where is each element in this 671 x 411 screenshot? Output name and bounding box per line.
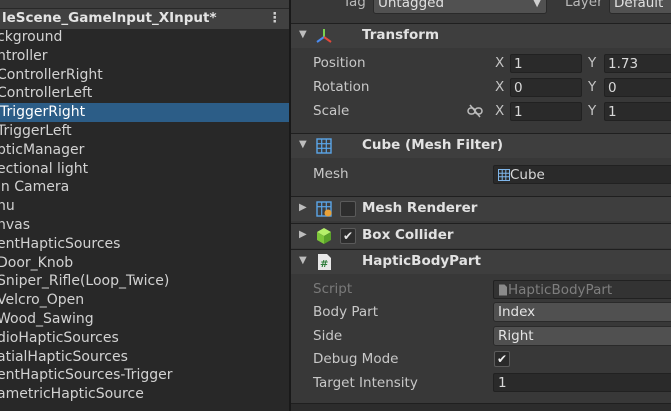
- transform-title: Transform: [362, 27, 440, 43]
- script-object-field: HapticBodyPart: [493, 280, 671, 299]
- chevron-down-icon: ▼: [533, 0, 541, 9]
- csharp-script-icon: #: [318, 254, 331, 270]
- rotation-x-axis-label[interactable]: X: [495, 79, 504, 95]
- target-intensity-label[interactable]: Target Intensity: [313, 375, 418, 391]
- hierarchy-item[interactable]: ametricHapticSource: [0, 385, 289, 404]
- hierarchy-item[interactable]: nvas: [0, 216, 289, 235]
- tag-layer-row: Tag Untagged ▼ Layer Default: [291, 0, 671, 16]
- box-collider-header[interactable]: ▶ ✔ Box Collider: [291, 223, 671, 248]
- hierarchy-panel: leScene_GameInput_XInput* ⋮ ckground ntro…: [0, 0, 289, 411]
- haptic-body-part-header[interactable]: ▼ # HapticBodyPart: [291, 249, 671, 274]
- position-y-field[interactable]: 1.73: [604, 54, 671, 73]
- svg-text:#: #: [320, 259, 328, 270]
- hierarchy-item[interactable]: ectional light: [0, 160, 289, 179]
- hierarchy-item[interactable]: Wood_Sawing: [0, 310, 289, 329]
- hierarchy-item[interactable]: Sniper_Rifle(Loop_Twice): [0, 272, 289, 291]
- hierarchy-item[interactable]: atialHapticSources: [0, 348, 289, 367]
- next-component-header: [291, 403, 671, 411]
- foldout-open-icon[interactable]: ▼: [299, 255, 307, 266]
- tag-value: Untagged: [378, 0, 445, 11]
- mesh-filter-title: Cube (Mesh Filter): [362, 137, 504, 153]
- mesh-grid-icon: [498, 169, 510, 181]
- position-x-axis-label[interactable]: X: [495, 55, 504, 71]
- side-label[interactable]: Side: [313, 328, 342, 344]
- hierarchy-item[interactable]: TriggerLeft: [0, 122, 289, 141]
- tag-dropdown[interactable]: Untagged ▼: [373, 0, 547, 14]
- hierarchy-item[interactable]: Door_Knob: [0, 254, 289, 273]
- transform-axes-icon: [316, 29, 332, 43]
- scale-y-axis-label[interactable]: Y: [588, 103, 596, 119]
- body-part-label[interactable]: Body Part: [313, 304, 378, 320]
- box-collider-title: Box Collider: [362, 227, 454, 243]
- haptic-body-part-title: HapticBodyPart: [362, 253, 481, 269]
- mesh-renderer-icon: [316, 201, 332, 217]
- position-y-axis-label[interactable]: Y: [588, 55, 596, 71]
- position-label[interactable]: Position: [313, 55, 366, 71]
- hierarchy-item[interactable]: nu: [0, 197, 289, 216]
- rotation-y-axis-label[interactable]: Y: [588, 79, 596, 95]
- hierarchy-item[interactable]: TriggerRight: [0, 103, 289, 122]
- script-label: Script: [313, 281, 353, 297]
- scene-name: leScene_GameInput_XInput*: [2, 10, 217, 26]
- foldout-open-icon[interactable]: ▼: [299, 29, 307, 40]
- foldout-open-icon[interactable]: ▼: [299, 139, 307, 150]
- script-file-icon: [499, 284, 507, 296]
- rotation-y-field[interactable]: 0: [604, 78, 671, 97]
- scale-y-field[interactable]: 1: [604, 102, 671, 121]
- hierarchy-item[interactable]: ControllerRight: [0, 66, 289, 85]
- hierarchy-item[interactable]: pticManager: [0, 141, 289, 160]
- rotation-x-field[interactable]: 0: [510, 78, 582, 97]
- scale-x-axis-label[interactable]: X: [495, 103, 504, 119]
- debug-mode-checkbox[interactable]: ✔: [494, 351, 510, 367]
- mesh-value: Cube: [510, 167, 545, 183]
- hierarchy-item[interactable]: entHapticSources-Trigger: [0, 366, 289, 385]
- script-value: HapticBodyPart: [508, 282, 613, 298]
- unlinked-chain-icon[interactable]: [467, 104, 483, 118]
- target-intensity-field[interactable]: 1: [493, 373, 671, 392]
- inspector-panel: Tag Untagged ▼ Layer Default ▼ Transform…: [291, 0, 671, 411]
- scale-label[interactable]: Scale: [313, 103, 349, 119]
- hierarchy-item[interactable]: in Camera: [0, 178, 289, 197]
- hierarchy-toolbar: [0, 0, 289, 8]
- hierarchy-list: ckground ntroller ControllerRight Controlle…: [0, 28, 289, 404]
- foldout-closed-icon[interactable]: ▶: [299, 202, 307, 213]
- rotation-label[interactable]: Rotation: [313, 79, 369, 95]
- position-x-field[interactable]: 1: [510, 54, 582, 73]
- layer-value: Default: [614, 0, 664, 11]
- foldout-closed-icon[interactable]: ▶: [299, 229, 307, 240]
- hierarchy-item[interactable]: entHapticSources: [0, 235, 289, 254]
- hierarchy-item[interactable]: ntroller: [0, 47, 289, 66]
- box-collider-cube-icon: [317, 228, 331, 244]
- tag-label: Tag: [343, 0, 366, 10]
- mesh-renderer-enabled-checkbox[interactable]: [340, 201, 356, 217]
- body-part-dropdown[interactable]: Index: [493, 302, 671, 322]
- transform-header[interactable]: ▼ Transform: [291, 23, 671, 48]
- hierarchy-item[interactable]: Velcro_Open: [0, 291, 289, 310]
- layer-label: Layer: [565, 0, 603, 10]
- scale-x-field[interactable]: 1: [510, 102, 582, 121]
- hierarchy-item[interactable]: ckground: [0, 28, 289, 47]
- mesh-filter-header[interactable]: ▼ Cube (Mesh Filter): [291, 133, 671, 158]
- box-collider-enabled-checkbox[interactable]: ✔: [340, 228, 356, 244]
- mesh-renderer-title: Mesh Renderer: [362, 200, 478, 216]
- debug-mode-label[interactable]: Debug Mode: [313, 351, 398, 367]
- hierarchy-item[interactable]: dioHapticSources: [0, 329, 289, 348]
- mesh-renderer-header[interactable]: ▶ Mesh Renderer: [291, 196, 671, 221]
- mesh-grid-icon: [316, 138, 332, 154]
- layer-dropdown[interactable]: Default: [609, 0, 671, 14]
- mesh-label[interactable]: Mesh: [313, 166, 349, 182]
- kebab-menu-icon[interactable]: ⋮: [268, 10, 282, 26]
- scene-header[interactable]: leScene_GameInput_XInput* ⋮: [0, 9, 289, 29]
- mesh-object-field[interactable]: Cube: [493, 165, 671, 184]
- side-dropdown[interactable]: Right: [493, 326, 671, 346]
- hierarchy-item[interactable]: ControllerLeft: [0, 84, 289, 103]
